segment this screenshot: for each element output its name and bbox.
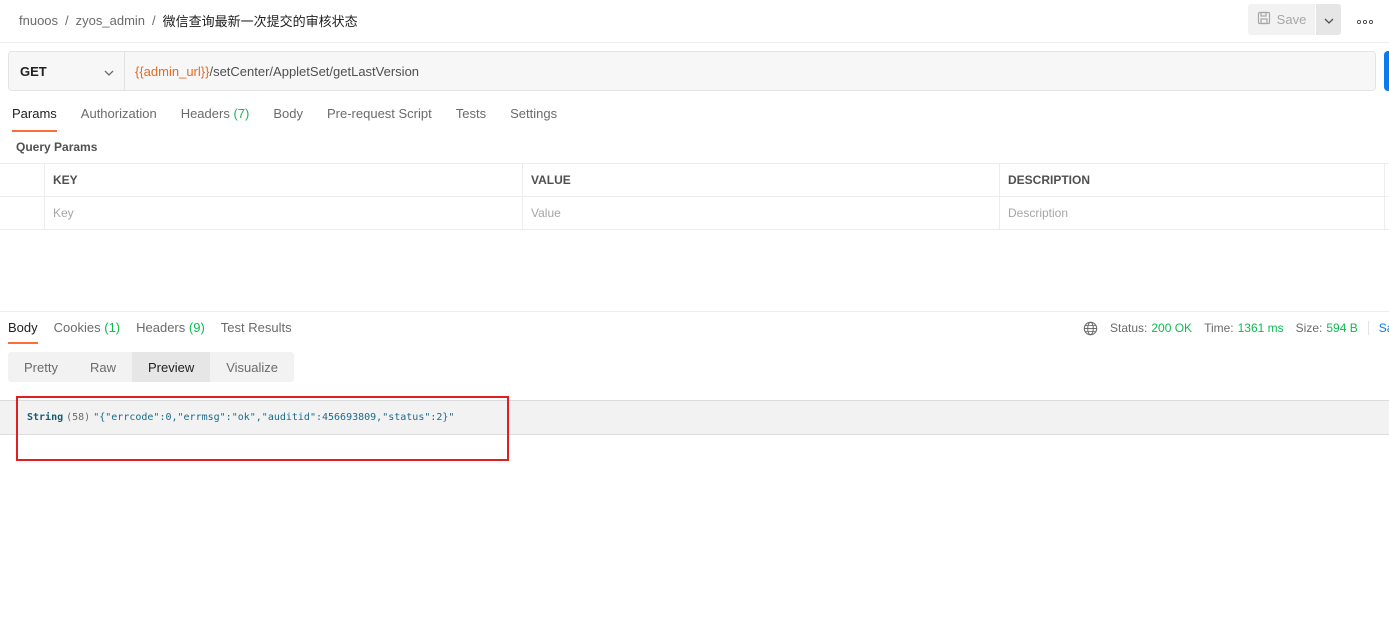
more-icon xyxy=(1356,12,1374,27)
query-params-title: Query Params xyxy=(16,140,98,154)
method-select[interactable]: GET xyxy=(9,52,125,90)
tab-count: (7) xyxy=(233,106,250,121)
tab-tests[interactable]: Tests xyxy=(456,106,486,132)
save-icon xyxy=(1257,11,1271,28)
tab-settings[interactable]: Settings xyxy=(510,106,557,132)
chevron-down-icon xyxy=(1324,12,1334,27)
globe-icon[interactable] xyxy=(1083,321,1098,336)
tab-label: Pre-request Script xyxy=(326,106,432,121)
view-mode-visualize[interactable]: Visualize xyxy=(210,352,294,382)
tab-label: Settings xyxy=(510,106,558,121)
column-header-description: DESCRIPTION xyxy=(1000,164,1385,196)
tab-label: Headers xyxy=(180,106,230,121)
description-input[interactable]: Description xyxy=(1000,197,1385,229)
tab-authorization[interactable]: Authorization xyxy=(81,106,157,132)
breadcrumb-separator: / xyxy=(152,13,156,28)
save-options-button[interactable] xyxy=(1316,4,1341,35)
tab-body[interactable]: Body xyxy=(273,106,303,132)
status-label: Status: xyxy=(1110,321,1148,335)
tab-headers[interactable]: Headers (7) xyxy=(181,106,250,132)
method-label: GET xyxy=(20,63,47,79)
response-tab-cookies[interactable]: Cookies (1) xyxy=(54,320,120,344)
view-mode-pretty[interactable]: Pretty xyxy=(8,352,74,382)
request-tabs: Params Authorization Headers (7) Body Pr… xyxy=(12,106,581,132)
status-value[interactable]: 200 OK xyxy=(1151,321,1192,335)
request-name[interactable]: 微信查询最新一次提交的审核状态 xyxy=(163,11,358,30)
column-header-key: KEY xyxy=(45,164,523,196)
tab-params[interactable]: Params xyxy=(12,106,57,132)
time-label: Time: xyxy=(1204,321,1234,335)
size-value[interactable]: 594 B xyxy=(1326,321,1357,335)
save-group: Save xyxy=(1248,4,1341,35)
response-tab-headers[interactable]: Headers (9) xyxy=(136,320,205,344)
breadcrumb-collection[interactable]: zyos_admin xyxy=(76,13,145,28)
url-bar: GET {{admin_url}}/setCenter/AppletSet/ge… xyxy=(8,51,1376,91)
tab-label: Body xyxy=(8,320,38,335)
breadcrumb-separator: / xyxy=(65,13,69,28)
tab-label: Headers xyxy=(136,320,186,335)
tab-label: Body xyxy=(273,106,303,121)
save-button[interactable]: Save xyxy=(1248,4,1315,35)
breadcrumb: fnuoos / zyos_admin / 微信查询最新一次提交的审核状态 xyxy=(19,11,358,30)
response-tab-test-results[interactable]: Test Results xyxy=(221,320,292,344)
tab-pre-request-script[interactable]: Pre-request Script xyxy=(327,106,432,132)
tab-label: Params xyxy=(12,106,57,121)
tab-label: Test Results xyxy=(220,320,292,335)
chevron-down-icon xyxy=(104,64,114,79)
query-params-table: KEY VALUE DESCRIPTION Key Value Descript… xyxy=(0,163,1389,230)
save-response-button[interactable]: Sa xyxy=(1367,321,1389,335)
url-input[interactable]: {{admin_url}}/setCenter/AppletSet/getLas… xyxy=(125,52,419,90)
response-tab-body[interactable]: Body xyxy=(8,320,38,344)
time-value[interactable]: 1361 ms xyxy=(1238,321,1284,335)
response-tabs: Body Cookies (1) Headers (9) Test Result… xyxy=(8,320,308,344)
send-button[interactable] xyxy=(1384,51,1389,91)
response-status-bar: Status: 200 OK Time: 1361 ms Size: 594 B… xyxy=(1083,320,1389,336)
column-header-value: VALUE xyxy=(523,164,1000,196)
highlight-annotation-box xyxy=(16,396,509,461)
table-row: Key Value Description xyxy=(0,197,1389,230)
view-mode-selector: Pretty Raw Preview Visualize xyxy=(8,352,295,382)
size-label: Size: xyxy=(1295,321,1323,335)
value-input[interactable]: Value xyxy=(523,197,1000,229)
view-mode-preview[interactable]: Preview xyxy=(131,352,211,382)
tab-count: (1) xyxy=(104,320,121,335)
save-label: Save xyxy=(1276,12,1307,27)
more-options-button[interactable] xyxy=(1354,9,1376,29)
key-input[interactable]: Key xyxy=(45,197,523,229)
url-path: /setCenter/AppletSet/getLastVersion xyxy=(209,63,420,79)
table-header-check xyxy=(0,164,45,196)
tab-label: Tests xyxy=(455,106,487,121)
tab-label: Cookies xyxy=(53,320,101,335)
view-mode-raw[interactable]: Raw xyxy=(74,352,132,382)
url-variable: {{admin_url}} xyxy=(135,63,210,79)
tab-label: Authorization xyxy=(80,106,157,121)
table-header-row: KEY VALUE DESCRIPTION xyxy=(0,164,1389,197)
row-checkbox-cell xyxy=(0,197,45,229)
response-divider[interactable] xyxy=(0,311,1389,312)
breadcrumb-workspace[interactable]: fnuoos xyxy=(19,13,58,28)
request-header: fnuoos / zyos_admin / 微信查询最新一次提交的审核状态 Sa… xyxy=(0,0,1389,43)
tab-count: (9) xyxy=(188,320,205,335)
